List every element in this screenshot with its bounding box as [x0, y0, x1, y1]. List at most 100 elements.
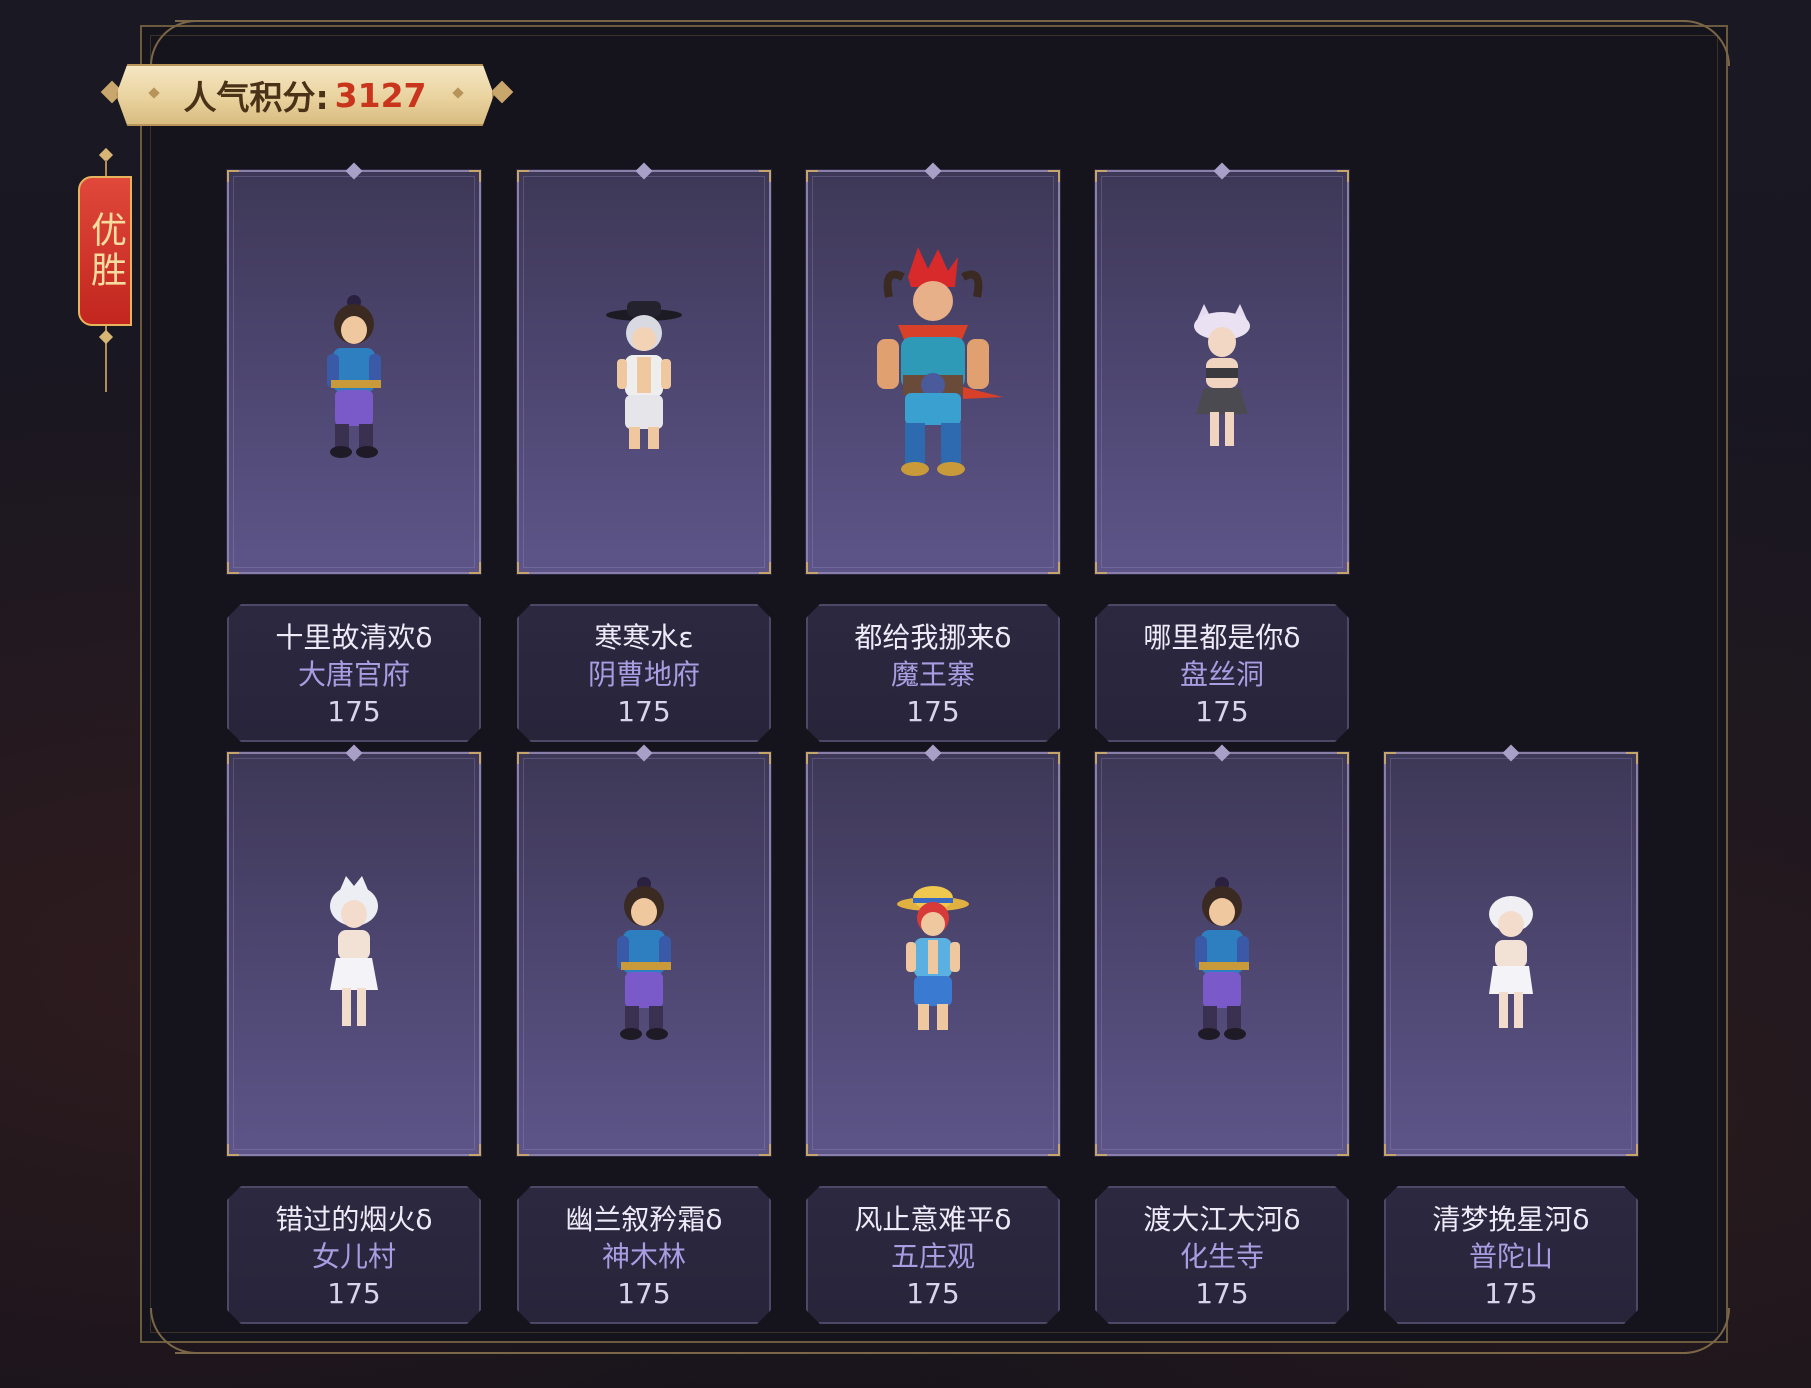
- player-school: 大唐官府: [297, 657, 410, 691]
- player-info: 都给我挪来δ 魔王寨 175: [806, 604, 1060, 742]
- player-name: 错过的烟火δ: [275, 1202, 433, 1236]
- player-level: 175: [617, 1276, 671, 1310]
- player-card[interactable]: [516, 744, 772, 1157]
- frame-corner-ornament: [150, 1308, 196, 1354]
- character-sprite-white-haired-boy: [606, 301, 682, 449]
- card-corner: [1384, 1144, 1396, 1156]
- player-info: 渡大江大河δ 化生寺 175: [1095, 1186, 1349, 1324]
- player-level: 175: [906, 694, 960, 728]
- player-info: 哪里都是你δ 盘丝洞 175: [1095, 604, 1349, 742]
- player-info: 幽兰叙矜霜δ 神木林 175: [517, 1186, 771, 1324]
- card-corner: [806, 562, 818, 574]
- frame-top-line: [175, 20, 1687, 22]
- winner-tab[interactable]: 优胜: [78, 176, 132, 326]
- card-corner: [1095, 562, 1107, 574]
- player-level: 175: [617, 694, 671, 728]
- player-level: 175: [327, 1276, 381, 1310]
- player-name: 十里故清欢δ: [275, 620, 433, 654]
- card-corner: [227, 562, 239, 574]
- card-corner: [806, 752, 818, 764]
- card-corner: [806, 1144, 818, 1156]
- card-corner: [469, 752, 481, 764]
- player-name: 风止意难平δ: [854, 1202, 1012, 1236]
- player-name: 都给我挪来δ: [854, 620, 1012, 654]
- card-corner: [469, 562, 481, 574]
- card-corner: [759, 752, 771, 764]
- player-card[interactable]: [1094, 744, 1350, 1157]
- player-school: 神木林: [601, 1239, 686, 1273]
- player-card[interactable]: [516, 162, 772, 575]
- card-corner: [1626, 752, 1638, 764]
- card-corner: [227, 1144, 239, 1156]
- player-school: 化生寺: [1179, 1239, 1264, 1273]
- player-card[interactable]: [226, 162, 482, 575]
- player-name: 清梦挽星河δ: [1432, 1202, 1590, 1236]
- player-card[interactable]: [805, 162, 1061, 575]
- player-card[interactable]: [1094, 162, 1350, 575]
- card-corner: [517, 752, 529, 764]
- popularity-score-banner: 人气积分: 3127: [116, 64, 494, 126]
- ranking-panel: 人气积分: 3127 优胜 十里故清欢δ 大唐官府 175 寒寒水ε 阴曹地府 …: [0, 0, 1811, 1388]
- card-corner: [227, 170, 239, 182]
- card-corner: [1048, 562, 1060, 574]
- player-level: 175: [906, 1276, 960, 1310]
- player-name: 幽兰叙矜霜δ: [565, 1202, 723, 1236]
- diamond-icon: [98, 329, 114, 345]
- player-info: 十里故清欢δ 大唐官府 175: [227, 604, 481, 742]
- score-value: 3127: [334, 75, 427, 115]
- player-info: 错过的烟火δ 女儿村 175: [227, 1186, 481, 1324]
- card-corner: [1337, 1144, 1349, 1156]
- character-sprite-straw-hat-boy: [897, 886, 969, 1030]
- player-level: 175: [327, 694, 381, 728]
- card-corner: [759, 562, 771, 574]
- character-sprite-swordsman: [327, 295, 381, 458]
- card-corner: [1384, 752, 1396, 764]
- player-info: 清梦挽星河δ 普陀山 175: [1384, 1186, 1638, 1324]
- card-corner: [1337, 562, 1349, 574]
- card-corner: [1048, 170, 1060, 182]
- character-sprite-white-dress-girl: [330, 876, 378, 1026]
- player-school: 普陀山: [1468, 1239, 1553, 1273]
- card-corner: [227, 752, 239, 764]
- card-corner: [1095, 1144, 1107, 1156]
- player-school: 女儿村: [311, 1239, 396, 1273]
- player-card[interactable]: [805, 744, 1061, 1157]
- card-corner: [759, 170, 771, 182]
- player-card[interactable]: [1383, 744, 1639, 1157]
- player-card[interactable]: [226, 744, 482, 1157]
- character-sprite-cat-eared-girl: [1194, 304, 1250, 446]
- tag-hanger-line: [105, 160, 107, 176]
- card-corner: [469, 170, 481, 182]
- card-corner: [1337, 170, 1349, 182]
- score-label: 人气积分:: [183, 78, 329, 117]
- player-school: 五庄观: [890, 1239, 975, 1273]
- card-corner: [1048, 752, 1060, 764]
- player-level: 175: [1195, 694, 1249, 728]
- character-sprite-swordsman: [1195, 877, 1249, 1040]
- winner-tab-label: 优胜: [85, 211, 126, 291]
- card-corner: [759, 1144, 771, 1156]
- player-name: 寒寒水ε: [594, 620, 694, 654]
- card-corner: [1337, 752, 1349, 764]
- player-info: 风止意难平δ 五庄观 175: [806, 1186, 1060, 1324]
- player-school: 魔王寨: [890, 657, 975, 691]
- player-level: 175: [1195, 1276, 1249, 1310]
- card-corner: [517, 170, 529, 182]
- character-sprite-white-haired-girl: [1489, 896, 1533, 1028]
- player-school: 盘丝洞: [1179, 657, 1264, 691]
- card-corner: [469, 1144, 481, 1156]
- character-sprite-swordsman: [617, 877, 671, 1040]
- card-corner: [517, 1144, 529, 1156]
- card-corner: [517, 562, 529, 574]
- card-corner: [1626, 1144, 1638, 1156]
- card-corner: [1095, 170, 1107, 182]
- player-info: 寒寒水ε 阴曹地府 175: [517, 604, 771, 742]
- frame-bottom-line: [175, 1352, 1687, 1354]
- frame-corner-ornament: [1684, 1308, 1730, 1354]
- character-sprite-horned-warrior: [877, 247, 1003, 476]
- player-level: 175: [1484, 1276, 1538, 1310]
- card-corner: [806, 170, 818, 182]
- player-name: 渡大江大河δ: [1143, 1202, 1301, 1236]
- player-school: 阴曹地府: [587, 657, 700, 691]
- card-corner: [1048, 1144, 1060, 1156]
